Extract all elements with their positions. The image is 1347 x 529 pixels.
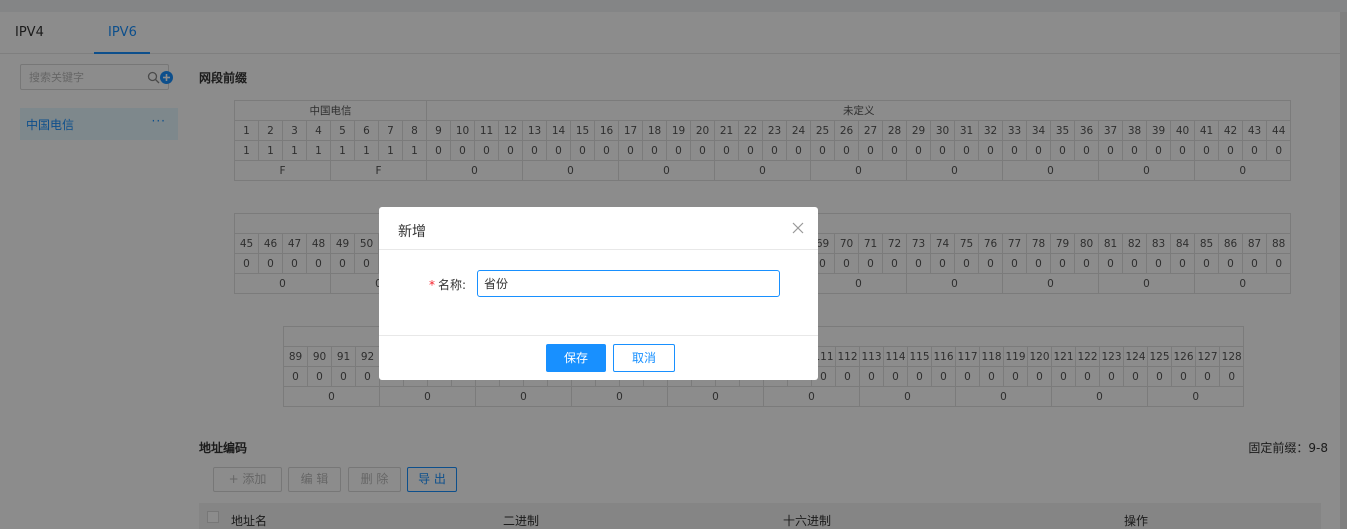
required-mark: *: [429, 278, 435, 292]
close-button[interactable]: [791, 221, 805, 235]
cancel-button[interactable]: 取消: [613, 344, 675, 372]
dialog-header-divider: [379, 249, 818, 250]
close-icon: [792, 222, 804, 234]
name-label-text: 名称:: [438, 278, 467, 292]
dialog-title: 新增: [398, 224, 426, 240]
save-button[interactable]: 保存: [546, 344, 606, 372]
name-input[interactable]: [477, 270, 780, 297]
dialog-footer-divider: [379, 335, 818, 336]
add-dialog: 新增 *名称: 保存 取消: [379, 207, 818, 380]
name-field-label: * 名称:: [429, 276, 466, 293]
